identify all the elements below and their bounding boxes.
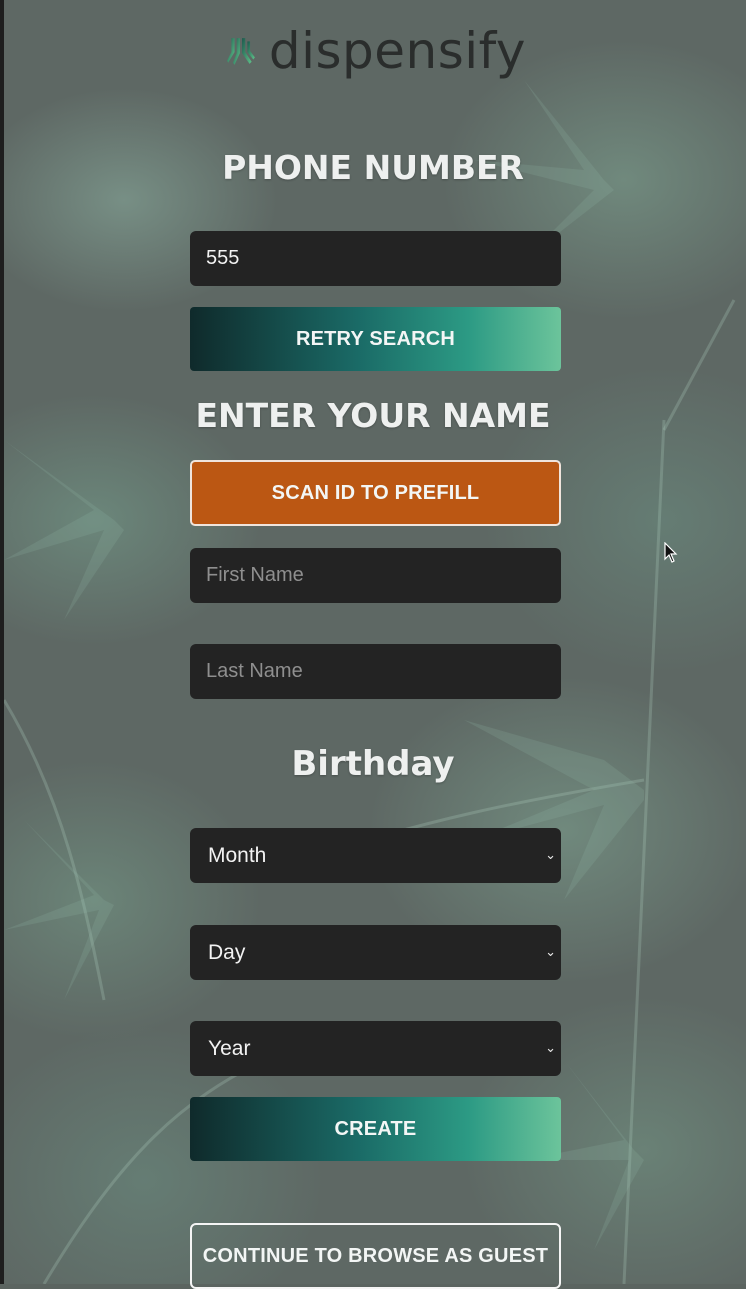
birthday-heading: Birthday: [291, 744, 455, 784]
first-name-placeholder: First Name: [206, 564, 304, 586]
dispensify-leaf-logo-icon: [227, 38, 255, 65]
year-select-value: Year: [208, 1036, 251, 1060]
month-select[interactable]: Month ⌄: [190, 828, 561, 883]
scan-id-button[interactable]: SCAN ID TO PREFILL: [190, 460, 561, 526]
enter-name-heading: ENTER YOUR NAME: [195, 396, 551, 435]
year-select[interactable]: Year ⌄: [190, 1021, 561, 1076]
chevron-down-icon: ⌄: [545, 846, 556, 862]
chevron-down-icon: ⌄: [545, 1039, 556, 1055]
create-button[interactable]: CREATE: [190, 1097, 561, 1161]
month-select-value: Month: [208, 843, 267, 867]
retry-search-button[interactable]: RETRY SEARCH: [190, 307, 561, 371]
browse-as-guest-button[interactable]: CONTINUE TO BROWSE AS GUEST: [190, 1223, 561, 1289]
first-name-input[interactable]: First Name: [190, 548, 561, 603]
brand-name: dispensify: [268, 22, 526, 80]
leaf-background: [4, 0, 746, 1284]
phone-number-heading: PHONE NUMBER: [222, 148, 524, 187]
last-name-input[interactable]: Last Name: [190, 644, 561, 699]
day-select[interactable]: Day ⌄: [190, 925, 561, 980]
phone-number-value: 555: [206, 247, 240, 269]
chevron-down-icon: ⌄: [545, 943, 556, 959]
last-name-placeholder: Last Name: [206, 660, 303, 682]
phone-number-input[interactable]: 555: [190, 231, 561, 286]
mouse-pointer-icon: [664, 542, 678, 563]
brand-logo: dispensify: [226, 22, 526, 80]
day-select-value: Day: [208, 940, 246, 964]
